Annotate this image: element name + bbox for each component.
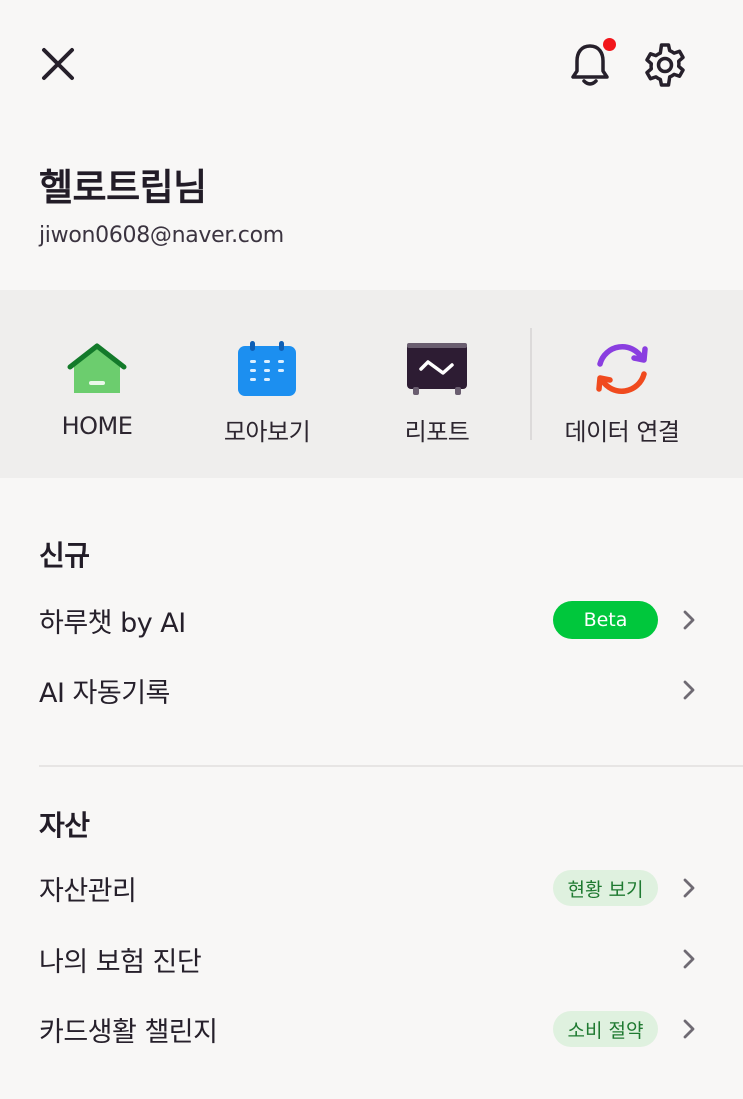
calendar-icon [234,336,300,402]
notification-dot [603,38,616,51]
quick-nav-label: 리포트 [404,418,470,446]
profile-email: jiwon0608@naver.com [39,223,284,248]
status-badge: 현황 보기 [553,870,658,906]
chevron-right-icon [678,1018,700,1040]
quick-nav: HOME 모아보기 리포트 데이터 연결 [0,290,743,478]
close-icon [42,48,74,80]
quick-nav-report[interactable]: 리포트 [372,290,502,478]
menu-item-label: AI 자동기록 [39,677,170,709]
menu-item-ai-auto-record[interactable]: AI 자동기록 [0,657,743,723]
status-badge: 소비 절약 [553,1011,658,1047]
notification-button[interactable] [564,38,616,90]
menu-item-label: 자산관리 [39,875,137,907]
quick-nav-label: HOME [61,412,133,440]
top-bar [0,0,743,130]
menu-item-card-challenge[interactable]: 카드생활 챌린지 소비 절약 [0,996,743,1062]
profile-section: 헬로트립님 jiwon0608@naver.com [39,160,284,256]
section-divider [39,765,743,767]
menu-item-haruchat[interactable]: 하루챗 by AI Beta [0,587,743,653]
chevron-right-icon [678,609,700,631]
settings-button[interactable] [640,40,690,90]
section-title-assets: 자산 [39,809,90,842]
menu-item-label: 카드생활 챌린지 [39,1016,218,1048]
quick-nav-data-connect[interactable]: 데이터 연결 [552,290,692,478]
section-title-new: 신규 [39,539,90,572]
beta-badge: Beta [553,601,658,639]
quick-nav-label: 모아보기 [223,418,311,446]
quick-nav-collection[interactable]: 모아보기 [202,290,332,478]
menu-item-label: 하루챗 by AI [39,607,186,639]
chevron-right-icon [678,948,700,970]
menu-item-label: 나의 보험 진단 [39,946,202,978]
chevron-right-icon [678,679,700,701]
quick-nav-label: 데이터 연결 [564,418,680,446]
quick-nav-divider [530,328,532,440]
profile-name: 헬로트립님 [39,166,207,209]
report-monitor-icon [404,336,470,402]
quick-nav-home[interactable]: HOME [32,290,162,478]
home-icon [64,336,130,402]
gear-icon [645,43,685,87]
menu-item-asset-management[interactable]: 자산관리 현황 보기 [0,855,743,921]
sync-icon [589,336,655,402]
close-button[interactable] [36,42,80,86]
chevron-right-icon [678,877,700,899]
menu-item-insurance-check[interactable]: 나의 보험 진단 [0,926,743,992]
